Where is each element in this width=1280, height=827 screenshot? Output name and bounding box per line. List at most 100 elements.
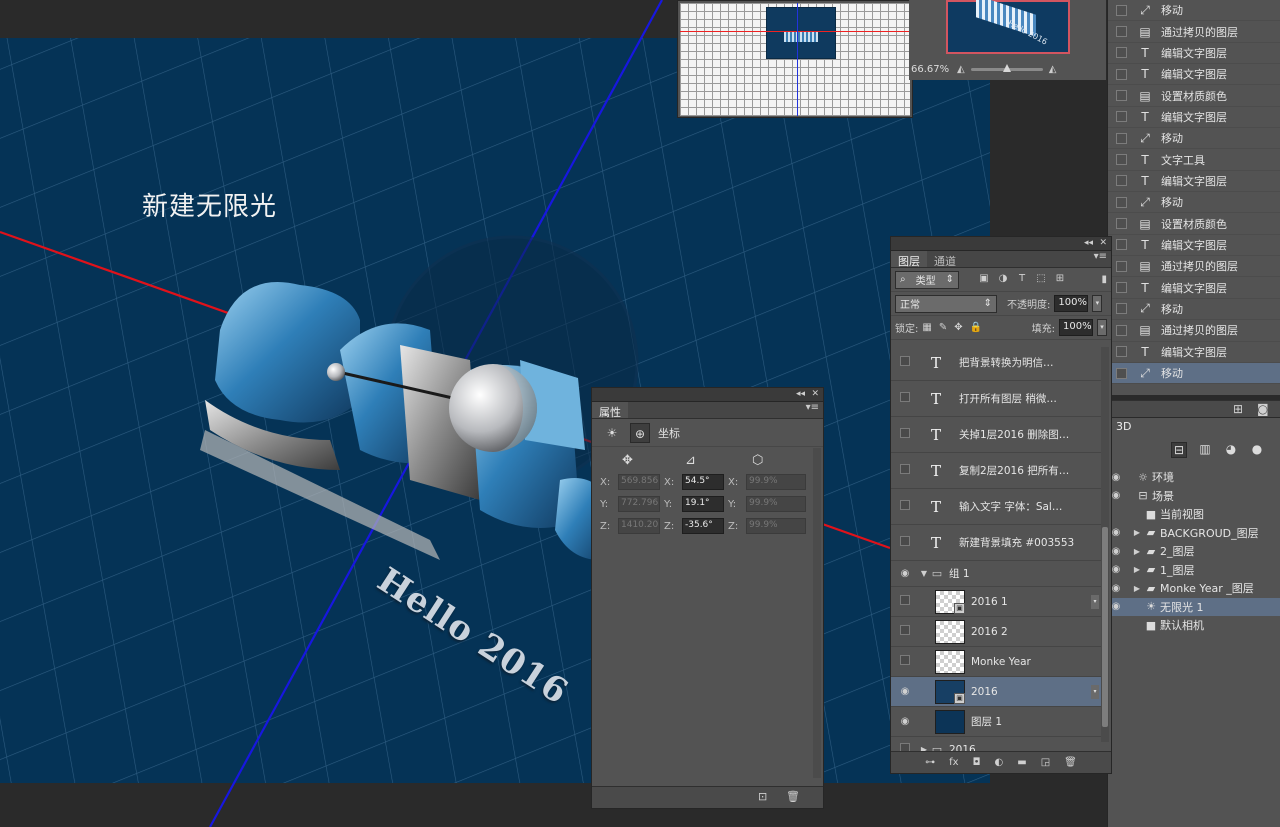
close-icon[interactable]: ✕ bbox=[1099, 238, 1107, 248]
smart-object-filter-icon[interactable]: ⊞ bbox=[1053, 273, 1067, 287]
layer-visibility-icon[interactable] bbox=[891, 392, 919, 405]
visibility-box[interactable] bbox=[900, 655, 910, 665]
tree-item[interactable]: ◉ ▶ ▰ BACKGROUD_图层 bbox=[1108, 524, 1280, 543]
history-checkbox[interactable] bbox=[1116, 154, 1127, 166]
layer-row[interactable]: T 把背景转换为明信… bbox=[891, 345, 1101, 381]
layer-visibility-icon[interactable] bbox=[891, 655, 919, 668]
layers-titlebar[interactable]: ◂◂ ✕ bbox=[891, 237, 1111, 251]
history-checkbox[interactable] bbox=[1116, 282, 1127, 294]
link-layers-icon[interactable]: ⊶ bbox=[925, 757, 935, 768]
tree-item[interactable]: ◉ ▶ ▰ 2_图层 bbox=[1108, 542, 1280, 561]
group-expand-icon[interactable]: ▼ bbox=[919, 569, 929, 578]
rotation-field[interactable]: 19.1° bbox=[682, 496, 724, 512]
whole-scene-icon[interactable]: ⊟ bbox=[1171, 442, 1187, 458]
zoom-preview[interactable]: Hello 2016 bbox=[946, 0, 1070, 54]
tab-3d[interactable]: 3D bbox=[1108, 418, 1140, 436]
tree-item[interactable]: ◉ ☀ 无限光 1 bbox=[1108, 597, 1280, 616]
visibility-box[interactable] bbox=[900, 595, 910, 605]
history-item[interactable]: ⤢ 移动 bbox=[1108, 192, 1280, 214]
layer-row[interactable]: T 打开所有图层 稍微… bbox=[891, 381, 1101, 417]
history-item[interactable]: ▤ 通过拷贝的图层 bbox=[1108, 320, 1280, 342]
visibility-box[interactable] bbox=[900, 500, 910, 510]
tree-item[interactable]: ◉ ⊟ 场景 bbox=[1108, 487, 1280, 506]
layer-group-row[interactable]: ◉ ▼ ▭ 组 1 bbox=[891, 561, 1101, 587]
opacity-input[interactable]: 100% bbox=[1054, 295, 1089, 312]
layer-row[interactable]: ◉ ▣ 2016 ▾ bbox=[891, 677, 1101, 707]
properties-titlebar[interactable]: ◂◂ ✕ bbox=[592, 388, 823, 402]
layer-visibility-icon[interactable]: ◉ bbox=[891, 686, 919, 697]
panel-menu-icon[interactable]: ▾≡ bbox=[802, 402, 823, 418]
history-item[interactable]: T 文字工具 bbox=[1108, 149, 1280, 171]
blend-mode-select[interactable]: 正常 ⇕ bbox=[895, 294, 997, 313]
lock-transparency-icon[interactable]: ▦ bbox=[922, 322, 931, 333]
expand-arrow-icon[interactable]: ▶ bbox=[1132, 565, 1142, 574]
collapse-icon[interactable]: ◂◂ bbox=[1084, 238, 1093, 248]
history-checkbox[interactable] bbox=[1116, 324, 1127, 336]
history-item[interactable]: ⤢ 移动 bbox=[1108, 0, 1280, 22]
lock-move-icon[interactable]: ✥ bbox=[954, 322, 962, 333]
tab-layers[interactable]: 图层 bbox=[891, 251, 927, 268]
zoom-out-icon[interactable]: ◭ bbox=[957, 64, 965, 75]
tree-item[interactable]: ◉ ☼ 环境 bbox=[1108, 468, 1280, 487]
adjustment-filter-icon[interactable]: ◑ bbox=[996, 273, 1010, 287]
layer-visibility-icon[interactable] bbox=[891, 356, 919, 369]
expand-arrow-icon[interactable]: ▶ bbox=[1132, 528, 1142, 537]
history-item[interactable]: T 编辑文字图层 bbox=[1108, 107, 1280, 129]
history-item[interactable]: T 编辑文字图层 bbox=[1108, 235, 1280, 257]
layer-row[interactable]: T 复制2层2016 把所有… bbox=[891, 453, 1101, 489]
materials-icon[interactable]: ◕ bbox=[1223, 442, 1239, 458]
new-layer-icon[interactable]: ◲ bbox=[1041, 757, 1050, 768]
expand-arrow-icon[interactable]: ▶ bbox=[1132, 584, 1142, 593]
tree-item[interactable]: ■ 默认相机 bbox=[1108, 616, 1280, 635]
history-checkbox[interactable] bbox=[1116, 90, 1127, 102]
history-item[interactable]: ▤ 设置材质颜色 bbox=[1108, 85, 1280, 107]
visibility-box[interactable] bbox=[900, 536, 910, 546]
history-item[interactable]: ▤ 设置材质颜色 bbox=[1108, 213, 1280, 235]
history-item[interactable]: T 编辑文字图层 bbox=[1108, 43, 1280, 65]
layer-visibility-icon[interactable]: ◉ bbox=[891, 568, 919, 579]
type-filter-icon[interactable]: T bbox=[1015, 273, 1029, 287]
history-checkbox[interactable] bbox=[1116, 218, 1127, 230]
layer-options-dropdown-icon[interactable]: ▾ bbox=[1091, 595, 1099, 609]
layer-row[interactable]: T 新建背景填充 #003553 bbox=[891, 525, 1101, 561]
history-item[interactable]: ⤢ 移动 bbox=[1108, 128, 1280, 150]
rotation-field[interactable]: 54.5° bbox=[682, 474, 724, 490]
panel-menu-icon[interactable]: ▾≡ bbox=[1090, 251, 1111, 267]
history-checkbox[interactable] bbox=[1116, 132, 1127, 144]
reset-icon[interactable]: ⊡ bbox=[758, 790, 767, 803]
visibility-box[interactable] bbox=[900, 464, 910, 474]
camera-snapshot-icon[interactable]: ◙ bbox=[1257, 402, 1269, 416]
history-checkbox[interactable] bbox=[1116, 68, 1127, 80]
history-checkbox[interactable] bbox=[1116, 26, 1127, 38]
history-checkbox[interactable] bbox=[1116, 175, 1127, 187]
layers-scrollbar[interactable] bbox=[1101, 347, 1109, 742]
light-properties-icon[interactable]: ☀ bbox=[602, 423, 622, 443]
layer-visibility-icon[interactable] bbox=[891, 595, 919, 608]
expand-arrow-icon[interactable]: ▶ bbox=[1132, 547, 1142, 556]
tab-channels[interactable]: 通道 bbox=[927, 251, 963, 268]
layer-visibility-icon[interactable] bbox=[891, 536, 919, 549]
pixel-filter-icon[interactable]: ▣ bbox=[977, 273, 991, 287]
layer-row[interactable]: ◉ 图层 1 bbox=[891, 707, 1101, 737]
zoom-slider[interactable] bbox=[970, 63, 1043, 72]
history-item[interactable]: ⤢ 移动 bbox=[1108, 362, 1280, 385]
layer-visibility-icon[interactable] bbox=[891, 428, 919, 441]
lock-all-icon[interactable]: 🔒 bbox=[970, 322, 982, 333]
properties-scrollbar[interactable] bbox=[813, 448, 821, 778]
layers-scroll-thumb[interactable] bbox=[1102, 527, 1108, 727]
history-checkbox[interactable] bbox=[1116, 239, 1127, 251]
visibility-box[interactable] bbox=[900, 356, 910, 366]
zoom-percent[interactable]: 66.67% bbox=[911, 64, 951, 75]
rotation-field[interactable]: -35.6° bbox=[682, 518, 724, 534]
history-checkbox[interactable] bbox=[1116, 4, 1127, 16]
visibility-box[interactable] bbox=[900, 392, 910, 402]
tree-item[interactable]: ■ 当前视图 bbox=[1108, 505, 1280, 524]
history-checkbox[interactable] bbox=[1116, 367, 1127, 379]
layer-row[interactable]: T 关掉1层2016 删除图… bbox=[891, 417, 1101, 453]
lights-icon[interactable]: ● bbox=[1249, 442, 1265, 458]
add-mask-icon[interactable]: ◘ bbox=[973, 757, 981, 768]
visibility-box[interactable] bbox=[900, 625, 910, 635]
history-checkbox[interactable] bbox=[1116, 111, 1127, 123]
layer-effects-icon[interactable]: fx bbox=[949, 757, 958, 768]
history-item[interactable]: T 编辑文字图层 bbox=[1108, 64, 1280, 86]
